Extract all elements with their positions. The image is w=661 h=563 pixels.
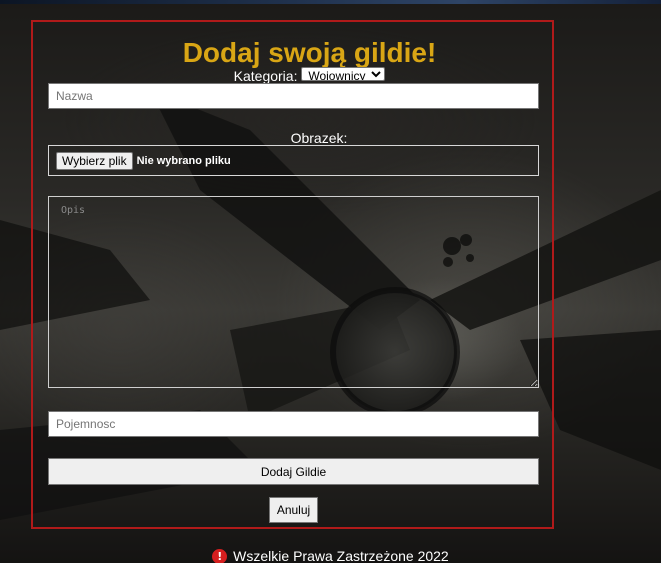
description-textarea[interactable] — [48, 196, 539, 388]
top-strip — [0, 0, 661, 4]
name-input[interactable] — [48, 83, 539, 109]
exclamation-circle-icon: ! — [212, 549, 228, 563]
capacity-input[interactable] — [48, 411, 539, 437]
image-label: Obrazek: — [290, 130, 348, 146]
add-guild-button[interactable]: Dodaj Gildie — [48, 458, 539, 485]
footer-copyright: Wszelkie Prawa Zastrzeżone 2022 — [233, 548, 449, 563]
cancel-button[interactable]: Anuluj — [269, 497, 318, 523]
file-status-text: Nie wybrano pliku — [136, 154, 231, 167]
category-select[interactable]: Wojownicy — [301, 67, 386, 81]
category-label: Kategoria: — [233, 68, 298, 84]
page-title: Dodaj swoją gildie! — [182, 37, 437, 68]
file-upload-field: Wybierz plik Nie wybrano pliku — [48, 145, 539, 176]
category-row: Kategoria: Wojownicy — [31, 67, 588, 84]
choose-file-button[interactable]: Wybierz plik — [56, 151, 133, 170]
footer: ! Wszelkie Prawa Zastrzeżone 2022 — [0, 548, 661, 563]
